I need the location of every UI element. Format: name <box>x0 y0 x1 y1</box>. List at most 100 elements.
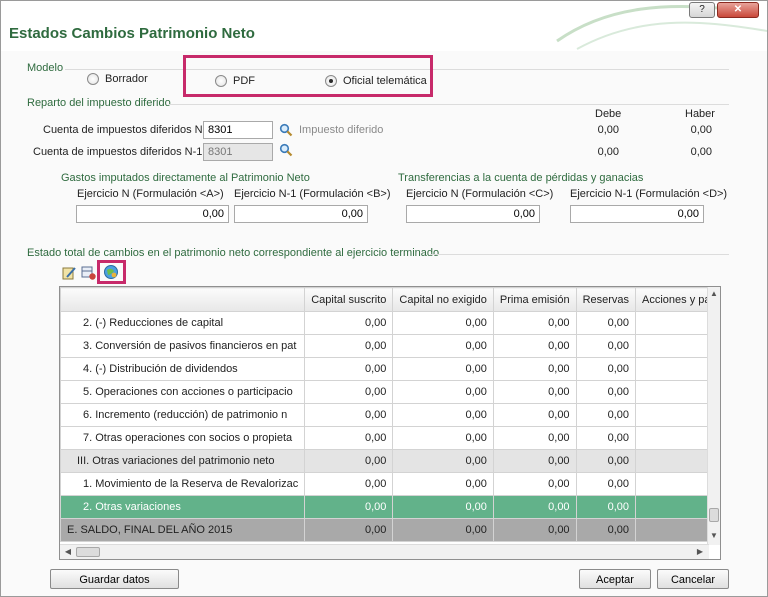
value-cell[interactable]: 0,00 <box>392 311 494 335</box>
radio-borrador[interactable]: Borrador <box>87 73 148 85</box>
radio-pdf[interactable]: PDF <box>215 75 255 87</box>
row-label-cell[interactable]: E. SALDO, FINAL DEL AÑO 2015 <box>60 518 306 542</box>
value-cell[interactable]: 0,00 <box>492 449 577 473</box>
value-cell[interactable]: 0,00 <box>392 472 494 496</box>
edit-icon[interactable] <box>61 265 77 281</box>
row-label-cell[interactable]: 5. Operaciones con acciones o participac… <box>60 380 306 404</box>
value-cell[interactable]: 0,00 <box>392 357 494 381</box>
accept-button[interactable]: Aceptar <box>579 569 651 589</box>
value-cell[interactable]: 0,00 <box>575 380 637 404</box>
value-cell[interactable]: 0,00 <box>575 518 637 542</box>
help-button[interactable]: ? <box>689 2 715 18</box>
value-cell[interactable]: 0,00 <box>575 472 637 496</box>
column-header[interactable]: Capital no exigido <box>392 287 494 312</box>
value-cell[interactable]: 0,00 <box>392 449 494 473</box>
value-cell[interactable]: 0,00 <box>492 472 577 496</box>
ejercicio-c-input[interactable] <box>406 205 540 223</box>
value-cell[interactable]: 0,00 <box>492 495 577 519</box>
value-cell[interactable]: 0,00 <box>392 380 494 404</box>
scroll-up-icon[interactable]: ▲ <box>708 288 720 300</box>
table-row[interactable]: 2. Otras variaciones0,000,000,000,000, <box>60 495 720 519</box>
value-cell[interactable]: 0,00 <box>392 518 494 542</box>
row-label-cell[interactable]: 2. (-) Reducciones de capital <box>60 311 306 335</box>
value-cell[interactable]: 0,00 <box>575 495 637 519</box>
value-cell[interactable]: 0,00 <box>304 311 394 335</box>
radio-label: Borrador <box>105 73 148 85</box>
value-cell[interactable]: 0,00 <box>304 380 394 404</box>
value-cell[interactable]: 0,00 <box>304 357 394 381</box>
table-row[interactable]: 5. Operaciones con acciones o participac… <box>60 380 720 404</box>
table-row[interactable]: 7. Otras operaciones con socios o propie… <box>60 426 720 450</box>
save-button[interactable]: Guardar datos <box>50 569 179 589</box>
table-row[interactable]: III. Otras variaciones del patrimonio ne… <box>60 449 720 473</box>
haber-n1-value: 0,00 <box>690 146 712 158</box>
impuesto-diferido-hint: Impuesto diferido <box>299 124 384 136</box>
gastos-label: Gastos imputados directamente al Patrimo… <box>61 172 310 184</box>
column-header[interactable]: Prima emisión <box>492 287 577 312</box>
value-cell[interactable]: 0,00 <box>304 472 394 496</box>
radio-oficial-telematica[interactable]: Oficial telemática <box>325 75 427 87</box>
radio-dot-selected <box>325 75 337 87</box>
scroll-thumb[interactable] <box>76 547 100 557</box>
value-cell[interactable]: 0,00 <box>575 449 637 473</box>
value-cell[interactable]: 0,00 <box>492 311 577 335</box>
ejercicio-a-input[interactable] <box>76 205 229 223</box>
cuenta-n-input[interactable] <box>203 121 273 139</box>
globe-icon[interactable] <box>103 264 119 280</box>
vertical-scrollbar[interactable]: ▲ ▼ <box>707 287 720 545</box>
value-cell[interactable]: 0,00 <box>575 403 637 427</box>
value-cell[interactable]: 0,00 <box>392 403 494 427</box>
table-row[interactable]: 3. Conversión de pasivos financieros en … <box>60 334 720 358</box>
scroll-thumb[interactable] <box>709 508 719 522</box>
value-cell[interactable]: 0,00 <box>304 449 394 473</box>
row-label-cell[interactable]: 2. Otras variaciones <box>60 495 306 519</box>
ejercicio-c-label: Ejercicio N (Formulación <C>) <box>406 188 554 200</box>
row-label-cell[interactable]: III. Otras variaciones del patrimonio ne… <box>60 449 306 473</box>
ejercicio-d-input[interactable] <box>570 205 704 223</box>
value-cell[interactable]: 0,00 <box>304 403 394 427</box>
ejercicio-b-input[interactable] <box>234 205 368 223</box>
radio-label: Oficial telemática <box>343 75 427 87</box>
value-cell[interactable]: 0,00 <box>575 311 637 335</box>
table-settings-icon[interactable] <box>81 265 97 281</box>
row-label-cell[interactable]: 7. Otras operaciones con socios o propie… <box>60 426 306 450</box>
table-row[interactable]: 1. Movimiento de la Reserva de Revaloriz… <box>60 472 720 496</box>
value-cell[interactable]: 0,00 <box>575 357 637 381</box>
value-cell[interactable]: 0,00 <box>304 495 394 519</box>
table-row[interactable]: 2. (-) Reducciones de capital 0,00 0,00 0,0… <box>60 311 720 335</box>
value-cell[interactable]: 0,00 <box>492 518 577 542</box>
column-header[interactable]: Capital suscrito <box>304 287 394 312</box>
table-row[interactable]: 6. Incremento (reducción) de patrimonio … <box>60 403 720 427</box>
value-cell[interactable]: 0,00 <box>304 334 394 358</box>
value-cell[interactable]: 0,00 <box>575 334 637 358</box>
table-row[interactable]: E. SALDO, FINAL DEL AÑO 2015 0,00 0,00 0,00… <box>60 518 720 542</box>
value-cell[interactable]: 0,00 <box>492 403 577 427</box>
value-cell[interactable]: 0,00 <box>575 426 637 450</box>
close-button[interactable]: ✕ <box>717 2 759 18</box>
ejercicio-a-label: Ejercicio N (Formulación <A>) <box>77 188 224 200</box>
scroll-left-icon[interactable]: ◀ <box>62 546 74 558</box>
row-label-cell[interactable]: 3. Conversión de pasivos financieros en … <box>60 334 306 358</box>
value-cell[interactable]: 0,00 <box>304 426 394 450</box>
table-row[interactable]: 4. (-) Distribución de dividendos 0,00 0,0… <box>60 357 720 381</box>
row-label-cell[interactable]: 1. Movimiento de la Reserva de Revaloriz… <box>60 472 306 496</box>
horizontal-scrollbar[interactable]: ◀ ▶ <box>60 544 709 559</box>
search-icon[interactable] <box>279 123 293 137</box>
ejercicio-d-label: Ejercicio N-1 (Formulación <D>) <box>570 188 728 200</box>
row-label-cell[interactable]: 6. Incremento (reducción) de patrimonio … <box>60 403 306 427</box>
scroll-down-icon[interactable]: ▼ <box>708 530 720 542</box>
scroll-right-icon[interactable]: ▶ <box>694 546 706 558</box>
column-header[interactable] <box>60 287 306 312</box>
value-cell[interactable]: 0,00 <box>392 334 494 358</box>
value-cell[interactable]: 0,00 <box>392 426 494 450</box>
cancel-button[interactable]: Cancelar <box>657 569 729 589</box>
row-label-cell[interactable]: 4. (-) Distribución de dividendos <box>60 357 306 381</box>
value-cell[interactable]: 0,00 <box>492 380 577 404</box>
value-cell[interactable]: 0,00 <box>492 357 577 381</box>
value-cell[interactable]: 0,00 <box>392 495 494 519</box>
value-cell[interactable]: 0,00 <box>492 334 577 358</box>
value-cell[interactable]: 0,00 <box>492 426 577 450</box>
search-icon[interactable] <box>279 143 293 157</box>
value-cell[interactable]: 0,00 <box>304 518 394 542</box>
column-header[interactable]: Reservas <box>575 287 637 312</box>
